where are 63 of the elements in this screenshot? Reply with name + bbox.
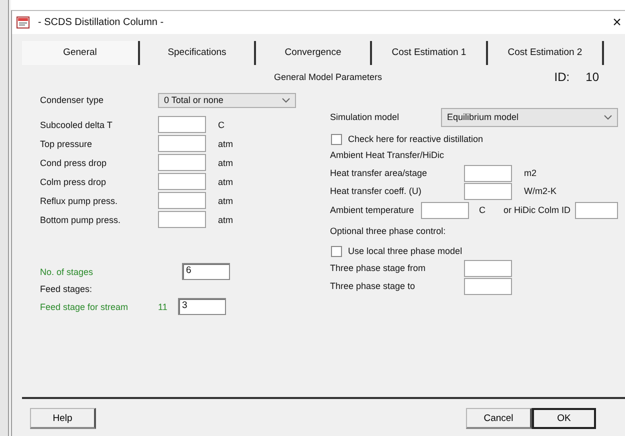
chevron-icon [604, 114, 612, 120]
field-label: Colm press drop [40, 176, 108, 186]
input-field[interactable] [464, 278, 512, 294]
section-label: Ambient Heat Transfer/HiDic [330, 149, 446, 162]
input-field[interactable] [464, 182, 512, 200]
field-label: Condenser type [40, 95, 105, 105]
window-title: - SCDS Distillation Column - [38, 17, 164, 28]
field-label: Top pressure [40, 138, 94, 148]
help-button[interactable]: Help [30, 408, 96, 429]
input-field[interactable] [464, 164, 512, 182]
field-label: Cond press drop [40, 158, 108, 168]
input-field[interactable] [158, 211, 206, 228]
checkbox-label: Check here for reactive distillation [348, 134, 484, 144]
checkbox[interactable] [331, 246, 342, 256]
checkbox-label: Use local three phase model [348, 246, 462, 256]
unit-label: atm [218, 214, 234, 224]
input-field[interactable] [421, 202, 469, 218]
field-label: Subcooled delta T [40, 120, 114, 130]
input-field[interactable] [158, 154, 206, 171]
input-field[interactable] [158, 116, 206, 133]
section-label: Optional three phase control: [330, 225, 447, 238]
unit-label: atm [218, 196, 234, 206]
unit-label: W/m2-K [524, 186, 556, 196]
input-field[interactable] [158, 192, 206, 209]
input-field[interactable] [158, 135, 206, 152]
stream-number: 11 [158, 302, 168, 312]
unit-label: atm [218, 158, 234, 168]
dropdown[interactable]: Equilibrium model [441, 108, 618, 126]
field-label: Three phase stage to [330, 281, 416, 291]
field-label: Simulation model [330, 112, 400, 122]
field-label: Heat transfer coeff. (U) [330, 186, 422, 196]
unit-label: C [479, 205, 486, 215]
field-label: Bottom pump press. [40, 214, 122, 224]
input-field[interactable] [574, 202, 618, 218]
tab[interactable]: General [22, 41, 140, 65]
input-field[interactable] [158, 173, 206, 190]
input-field[interactable] [464, 260, 512, 276]
section-label: Feed stages: [40, 284, 94, 296]
field-label: Heat transfer area/stage [330, 168, 428, 178]
ok-button[interactable]: OK [532, 408, 596, 429]
input-field[interactable]: 6 [182, 263, 230, 280]
input-field[interactable]: 3 [178, 298, 226, 315]
section-heading: General Model Parameters [274, 72, 382, 82]
unit-label: m2 [524, 168, 537, 178]
unit-label: C [218, 120, 224, 130]
unit-label: atm [218, 176, 234, 186]
checkbox[interactable] [331, 134, 342, 144]
field-label: Reflux pump press. [40, 196, 119, 206]
field-label: or HiDic Colm ID [504, 205, 571, 215]
field-label: No. of stages [40, 266, 94, 276]
field-label: Three phase stage from [330, 263, 427, 273]
unit-label: atm [218, 138, 234, 148]
close-button[interactable]: × [608, 14, 625, 31]
field-label: Feed stage for stream [40, 302, 130, 312]
dropdown[interactable]: 0 Total or none [158, 92, 296, 108]
id-label: ID: [554, 70, 570, 84]
dropdown-value: 0 Total or none [164, 95, 224, 105]
cancel-button[interactable]: Cancel [466, 408, 532, 429]
app-icon [16, 16, 30, 30]
chevron-icon [282, 98, 290, 102]
field-label: Ambient temperature [330, 205, 416, 215]
dropdown-value: Equilibrium model [447, 112, 519, 122]
id-value: 10 [586, 70, 599, 84]
